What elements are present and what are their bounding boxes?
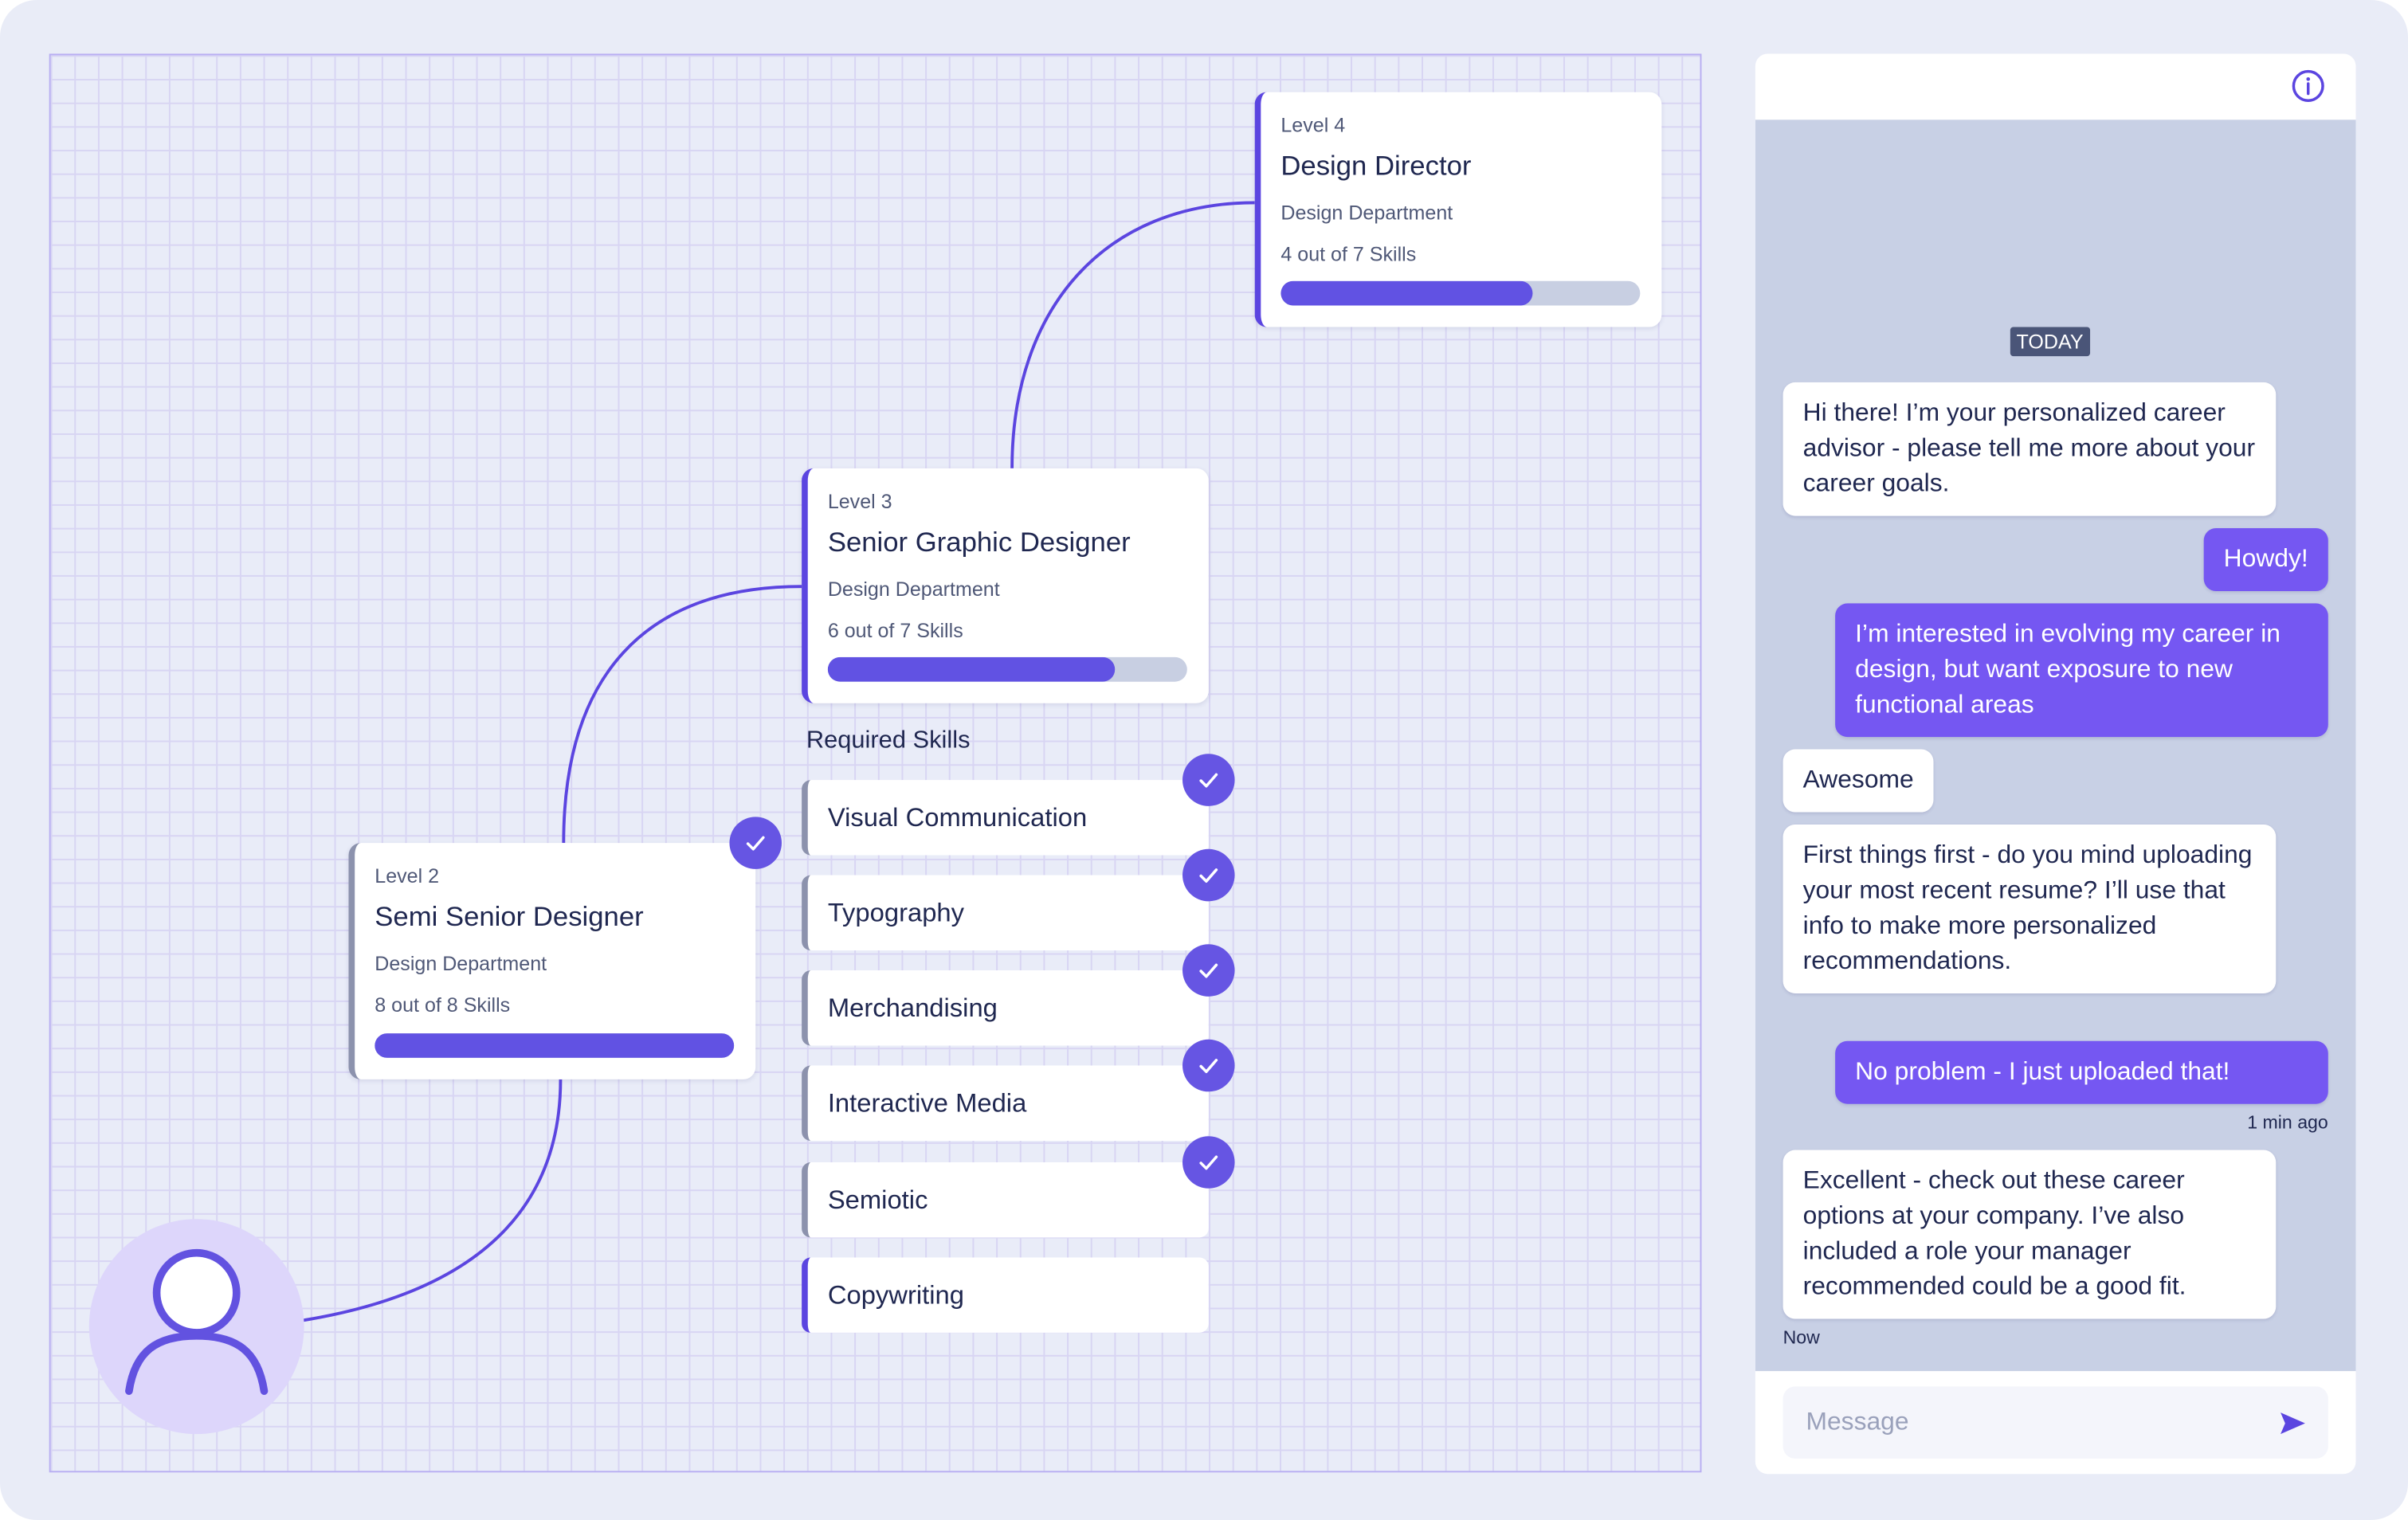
- required-skills-label: Required Skills: [806, 727, 971, 754]
- check-icon: [729, 817, 782, 869]
- card-skills-count: 6 out of 7 Skills: [827, 618, 963, 642]
- date-separator: TODAY: [2010, 327, 2090, 357]
- bot-message: First things first - do you mind uploadi…: [1782, 824, 2277, 993]
- app-stage: Level 4 Design Director Design Departmen…: [0, 0, 2408, 1520]
- skill-item[interactable]: Interactive Media: [802, 1065, 1209, 1141]
- info-icon[interactable]: [2292, 69, 2325, 103]
- career-card-level-3[interactable]: Level 3 Senior Graphic Designer Design D…: [802, 468, 1209, 703]
- send-icon[interactable]: [2279, 1410, 2307, 1435]
- user-icon: [125, 1248, 269, 1395]
- card-department: Design Department: [1280, 201, 1453, 225]
- card-level: Level 3: [827, 489, 892, 513]
- message-input-box: [1782, 1386, 2328, 1459]
- card-skills-count: 8 out of 8 Skills: [375, 993, 511, 1017]
- message-input[interactable]: [1802, 1406, 2255, 1439]
- avatar[interactable]: [88, 1219, 304, 1435]
- user-message: I’m interested in evolving my career in …: [1835, 603, 2328, 738]
- card-title: Senior Graphic Designer: [827, 527, 1131, 558]
- skill-item[interactable]: Visual Communication: [802, 780, 1209, 856]
- chat-panel: TODAY Hi there! I’m your personalized ca…: [1755, 53, 2356, 1475]
- check-icon: [1182, 848, 1235, 902]
- message-timestamp: 1 min ago: [2247, 1111, 2328, 1134]
- card-level: Level 2: [375, 864, 440, 887]
- check-icon: [1182, 944, 1235, 997]
- chat-footer: [1755, 1371, 2356, 1474]
- card-level: Level 4: [1280, 113, 1346, 137]
- skill-name: Merchandising: [827, 992, 998, 1022]
- skill-item[interactable]: Semiotic: [802, 1162, 1209, 1238]
- bot-message: Hi there! I’m your personalized career a…: [1782, 382, 2277, 516]
- chat-messages: TODAY Hi there! I’m your personalized ca…: [1755, 119, 2356, 1372]
- skill-name: Interactive Media: [827, 1087, 1027, 1118]
- card-title: Design Director: [1280, 150, 1472, 182]
- skill-name: Visual Communication: [827, 802, 1088, 832]
- connector-level3-level4: [1010, 201, 1255, 468]
- connector-avatar-level2: [302, 1079, 563, 1322]
- user-message: Howdy!: [2203, 527, 2328, 592]
- progress-fill: [827, 656, 1116, 682]
- skill-item[interactable]: Typography: [802, 875, 1209, 950]
- progress-bar: [1280, 280, 1641, 306]
- card-skills-count: 4 out of 7 Skills: [1280, 242, 1417, 266]
- skill-item[interactable]: Merchandising: [802, 970, 1209, 1046]
- progress-fill: [375, 1033, 735, 1058]
- chat-header: [1755, 53, 2356, 119]
- card-department: Design Department: [375, 951, 547, 975]
- bot-message: Excellent - check out these career optio…: [1782, 1150, 2277, 1319]
- check-icon: [1182, 754, 1235, 806]
- skill-name: Typography: [827, 897, 965, 927]
- bot-message: Awesome: [1782, 749, 1934, 813]
- career-card-level-2[interactable]: Level 2 Semi Senior Designer Design Depa…: [348, 843, 756, 1079]
- connector-level2-level3: [562, 585, 802, 844]
- card-department: Design Department: [827, 577, 1000, 601]
- message-timestamp: Now: [1782, 1326, 1820, 1349]
- skill-name: Copywriting: [827, 1279, 964, 1310]
- progress-bar: [827, 656, 1187, 682]
- progress-bar: [375, 1033, 735, 1058]
- user-message: No problem - I just uploaded that!: [1835, 1040, 2328, 1104]
- career-card-level-4[interactable]: Level 4 Design Director Design Departmen…: [1254, 92, 1662, 327]
- check-icon: [1182, 1039, 1235, 1092]
- card-title: Semi Senior Designer: [375, 901, 644, 932]
- check-icon: [1182, 1136, 1235, 1189]
- progress-fill: [1280, 280, 1533, 306]
- skill-item[interactable]: Copywriting: [802, 1257, 1209, 1333]
- skill-name: Semiotic: [827, 1184, 928, 1214]
